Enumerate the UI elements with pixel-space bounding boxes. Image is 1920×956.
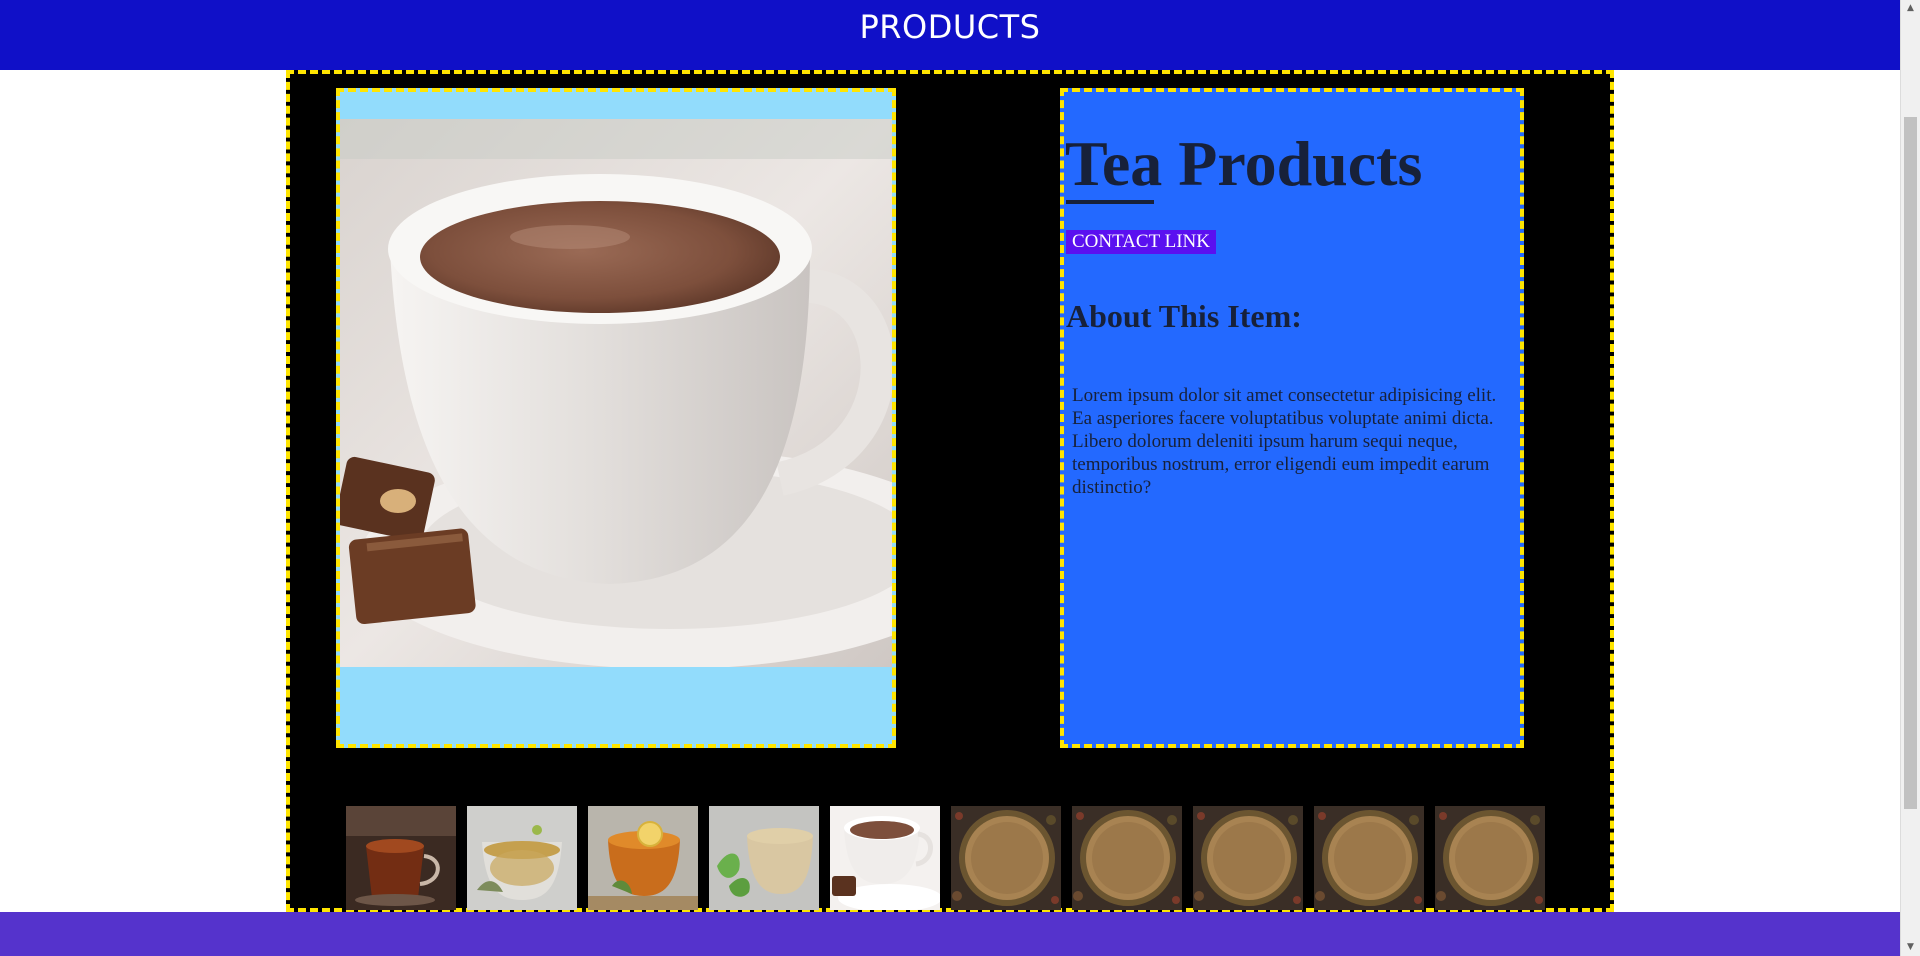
black-tea-icon	[346, 806, 456, 910]
thumbnail-tea-leaves-4[interactable]	[1314, 806, 1424, 910]
scroll-up-arrow-icon[interactable]: ▲	[1901, 0, 1920, 17]
tea-leaves-icon	[1435, 806, 1545, 910]
hot-chocolate-image	[340, 119, 892, 667]
thumbnail-hot-chocolate[interactable]	[830, 806, 940, 910]
about-heading: About This Item:	[1066, 298, 1302, 334]
title-underline	[1066, 200, 1154, 204]
site-header: PRODUCTS	[0, 0, 1900, 70]
thumbnail-tea-leaves-1[interactable]	[951, 806, 1061, 910]
page: PRODUCTS Tea Products CONTACT LINK About…	[0, 0, 1920, 956]
product-title: Tea Products	[1065, 128, 1423, 199]
vertical-scrollbar[interactable]: ▲ ▼	[1900, 0, 1920, 956]
thumbnail-lemon-tea[interactable]	[588, 806, 698, 910]
mint-tea-icon	[709, 806, 819, 910]
scroll-down-arrow-icon[interactable]: ▼	[1901, 939, 1920, 956]
tea-leaves-icon	[951, 806, 1061, 910]
thumbnail-tea-leaves-3[interactable]	[1193, 806, 1303, 910]
thumbnail-mint-tea[interactable]	[709, 806, 819, 910]
product-info-panel: Tea Products CONTACT LINK About This Ite…	[1060, 88, 1524, 748]
page-title: PRODUCTS	[859, 8, 1041, 46]
tea-leaves-icon	[1193, 806, 1303, 910]
product-section: Tea Products CONTACT LINK About This Ite…	[286, 70, 1614, 912]
scrollbar-thumb[interactable]	[1904, 117, 1917, 809]
contact-link[interactable]: CONTACT LINK	[1066, 230, 1216, 254]
thumbnail-black-tea[interactable]	[346, 806, 456, 910]
product-description: Lorem ipsum dolor sit amet consectetur a…	[1072, 385, 1497, 498]
site-footer	[0, 912, 1900, 956]
herbal-tea-icon	[467, 806, 577, 910]
thumbnail-herbal-tea[interactable]	[467, 806, 577, 910]
tea-leaves-icon	[1072, 806, 1182, 910]
thumbnail-tea-leaves-2[interactable]	[1072, 806, 1182, 910]
hot-chocolate-icon	[830, 806, 940, 910]
thumbnail-tea-leaves-5[interactable]	[1435, 806, 1545, 910]
tea-leaves-icon	[1314, 806, 1424, 910]
lemon-tea-icon	[588, 806, 698, 910]
product-image-panel	[336, 88, 896, 748]
